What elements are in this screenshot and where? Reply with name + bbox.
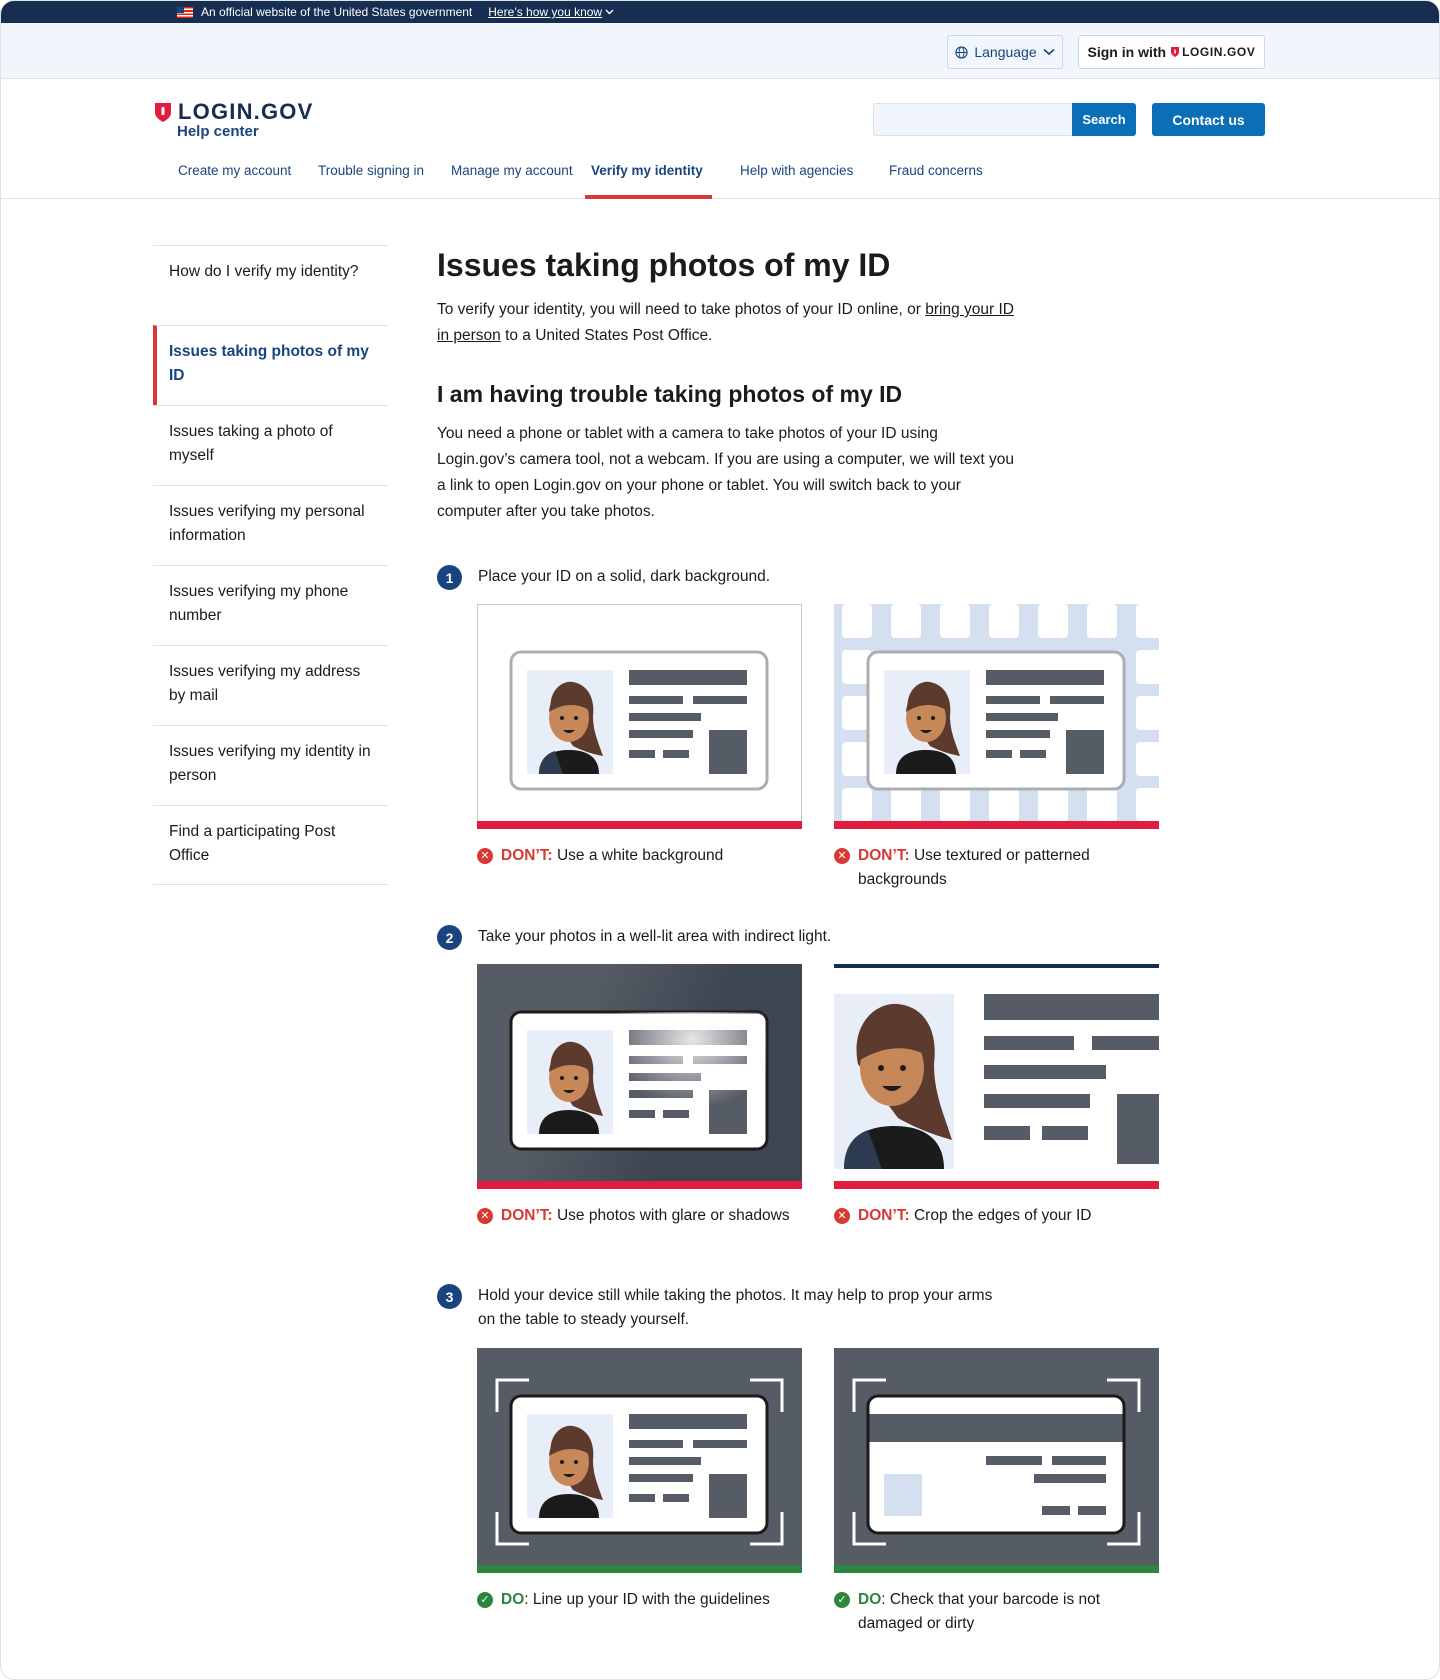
- us-flag-icon: [177, 6, 193, 18]
- nav-item-create-account[interactable]: Create my account: [178, 153, 291, 199]
- check-circle-icon: ✓: [834, 1592, 850, 1608]
- shield-icon: [1171, 47, 1180, 57]
- contact-us-button[interactable]: Contact us: [1152, 103, 1265, 136]
- caption-keyword: DON’T:: [858, 847, 910, 864]
- caption-text: : Check that your barcode is not damaged…: [858, 1591, 1101, 1632]
- caption-keyword: DO: [858, 1591, 882, 1608]
- step-text: Place your ID on a solid, dark backgroun…: [478, 568, 771, 585]
- step-text: Hold your device still while taking the …: [478, 1287, 993, 1328]
- search-button[interactable]: Search: [1072, 103, 1136, 136]
- step-number: 1: [437, 565, 462, 590]
- chevron-down-icon: [605, 9, 614, 15]
- heres-how-you-know-link[interactable]: Here’s how you know: [488, 5, 614, 19]
- step-2: 2 Take your photos in a well-lit area wi…: [437, 925, 998, 950]
- sidebar-nav: How do I verify my identity? Issues taki…: [153, 245, 388, 885]
- main-nav: Create my account Trouble signing in Man…: [1, 153, 1439, 199]
- sidebar-item-in-person[interactable]: Issues verifying my identity in person: [153, 725, 388, 805]
- nav-item-help-with-agencies[interactable]: Help with agencies: [740, 153, 853, 199]
- cropped-id-illustration: [834, 964, 1159, 1189]
- page-frame: An official website of the United States…: [0, 0, 1440, 1680]
- sign-in-button[interactable]: Sign in with LOGIN.GOV: [1078, 35, 1265, 69]
- globe-icon: [955, 45, 968, 59]
- white-background-illustration: [477, 604, 802, 829]
- caption-dont-white-background: ✕ DON’T: Use a white background: [477, 844, 802, 868]
- utility-bar: Language Sign in with LOGIN.GOV: [1, 23, 1439, 79]
- nav-item-verify-identity[interactable]: Verify my identity: [585, 153, 712, 199]
- caption-dont-crop: ✕ DON’T: Crop the edges of your ID: [834, 1204, 1159, 1228]
- x-circle-icon: ✕: [834, 848, 850, 864]
- sidebar-item-photo-of-myself[interactable]: Issues taking a photo of myself: [153, 405, 388, 485]
- shield-icon: [155, 102, 171, 122]
- sidebar-item-phone-number[interactable]: Issues verifying my phone number: [153, 565, 388, 645]
- nav-item-manage-account[interactable]: Manage my account: [451, 153, 573, 199]
- caption-dont-glare: ✕ DON’T: Use photos with glare or shadow…: [477, 1204, 802, 1228]
- check-circle-icon: ✓: [477, 1592, 493, 1608]
- step-number: 3: [437, 1284, 462, 1309]
- language-label: Language: [974, 44, 1037, 60]
- sidebar-item-photos-of-id[interactable]: Issues taking photos of my ID: [153, 325, 388, 405]
- x-circle-icon: ✕: [834, 1208, 850, 1224]
- glare-illustration: [477, 964, 802, 1189]
- sidebar-item-how-to-verify[interactable]: How do I verify my identity?: [153, 245, 388, 325]
- section-heading: I am having trouble taking photos of my …: [437, 381, 903, 407]
- caption-text: Crop the edges of your ID: [909, 1207, 1092, 1224]
- caption-keyword: DON’T:: [858, 1207, 910, 1224]
- nav-item-fraud-concerns[interactable]: Fraud concerns: [889, 153, 983, 199]
- gov-banner-text: An official website of the United States…: [201, 5, 473, 19]
- sidebar-item-find-post-office[interactable]: Find a participating Post Office: [153, 805, 388, 885]
- step-text: Take your photos in a well-lit area with…: [478, 928, 832, 945]
- section-body: You need a phone or tablet with a camera…: [437, 425, 1014, 520]
- step-1: 1 Place your ID on a solid, dark backgro…: [437, 565, 998, 590]
- caption-do-barcode: ✓ DO: Check that your barcode is not dam…: [834, 1588, 1159, 1636]
- site-header: LOGIN.GOV Help center Search Contact us …: [1, 79, 1439, 199]
- caption-do-guidelines: ✓ DO: Line up your ID with the guideline…: [477, 1588, 802, 1612]
- caption-text: Use a white background: [552, 847, 724, 864]
- intro-text-after: to a United States Post Office.: [500, 327, 713, 344]
- barcode-illustration: [834, 1348, 1159, 1573]
- main-content: Issues taking photos of my ID To verify …: [437, 245, 1217, 525]
- intro-paragraph: To verify your identity, you will need t…: [437, 297, 1017, 349]
- x-circle-icon: ✕: [477, 848, 493, 864]
- nav-item-trouble-signing-in[interactable]: Trouble signing in: [318, 153, 424, 199]
- caption-keyword: DO: [501, 1591, 525, 1608]
- step-number: 2: [437, 925, 462, 950]
- language-button[interactable]: Language: [947, 35, 1063, 69]
- heres-how-you-know-label: Here’s how you know: [488, 5, 603, 19]
- caption-text: : Line up your ID with the guidelines: [524, 1591, 770, 1608]
- caption-dont-patterned-background: ✕ DON’T: Use textured or patterned backg…: [834, 844, 1159, 892]
- help-center-label: Help center: [177, 123, 259, 140]
- sidebar-item-address-by-mail[interactable]: Issues verifying my address by mail: [153, 645, 388, 725]
- logo-text: LOGIN.GOV: [178, 99, 314, 124]
- caption-keyword: DON’T:: [501, 847, 553, 864]
- sidebar-item-personal-information[interactable]: Issues verifying my personal information: [153, 485, 388, 565]
- x-circle-icon: ✕: [477, 1208, 493, 1224]
- intro-text-before: To verify your identity, you will need t…: [437, 301, 926, 318]
- caption-keyword: DON’T:: [501, 1207, 553, 1224]
- caption-text: Use photos with glare or shadows: [552, 1207, 790, 1224]
- sign-in-label: Sign in with: [1087, 44, 1167, 60]
- chevron-down-icon: [1043, 48, 1055, 56]
- step-3: 3 Hold your device still while taking th…: [437, 1284, 998, 1332]
- sign-in-brand: LOGIN.GOV: [1182, 45, 1256, 59]
- gov-banner: An official website of the United States…: [1, 1, 1439, 23]
- login-gov-logo[interactable]: LOGIN.GOV: [154, 99, 313, 125]
- guidelines-illustration: [477, 1348, 802, 1573]
- search-input[interactable]: [873, 103, 1073, 136]
- patterned-background-illustration: [834, 604, 1159, 829]
- page-title: Issues taking photos of my ID: [437, 247, 891, 283]
